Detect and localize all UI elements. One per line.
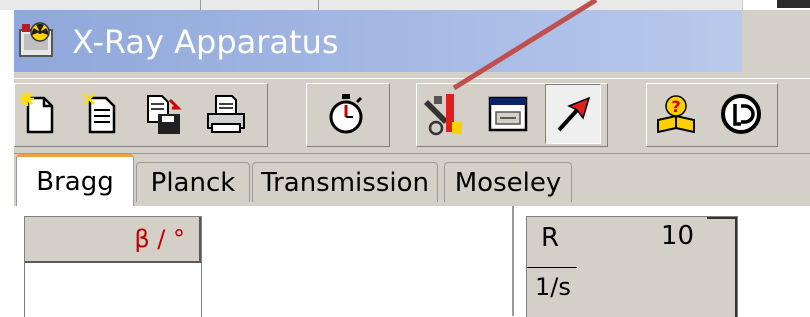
toolbar-group-help: ? [646,83,778,147]
svg-text:?: ? [671,97,680,116]
ld-logo-icon [721,94,761,134]
pointer-arrow-icon [557,96,591,132]
stopwatch-button[interactable] [323,84,369,144]
fraction-line [527,267,577,268]
settings-tools-icon [424,94,462,136]
bragg-panel: β / ° R 10 1/s [14,206,810,317]
open-file-icon [83,93,116,134]
radiation-app-icon [19,22,53,57]
tab-moseley[interactable]: Moseley [444,162,572,202]
tab-bragg[interactable]: Bragg [16,154,134,206]
measurement-table[interactable]: β / ° [24,216,202,317]
toolbar-group-file [14,83,268,147]
open-file-button[interactable] [79,84,125,144]
panel-splitter[interactable] [512,206,514,316]
settings-tools-button[interactable] [421,84,467,144]
help-book-icon: ? [657,95,695,134]
beta-column-label: β / ° [134,225,185,253]
pointer-arrow-button[interactable] [545,84,601,144]
ld-logo-button[interactable] [713,84,769,144]
title-bar[interactable]: X-Ray Apparatus [14,10,742,72]
tab-transmission[interactable]: Transmission [252,162,438,202]
background-window-strip [0,0,810,10]
rate-unit: 1/s [535,273,571,301]
stopwatch-icon [329,94,363,134]
toolbar-group-timer [306,83,390,147]
window-title: X-Ray Apparatus [72,23,339,61]
rate-label: R [541,223,560,253]
print-button[interactable] [203,84,249,144]
tab-strip: Bragg Planck Transmission Moseley [14,154,810,206]
new-file-icon [20,92,54,134]
new-file-button[interactable] [17,84,63,144]
save-file-button[interactable] [141,84,187,144]
print-icon [207,95,245,133]
help-book-button[interactable]: ? [653,84,699,144]
toolbar-group-tools [416,83,608,147]
rate-value: 10 [661,221,695,251]
toolbar: ? [14,78,810,154]
xray-apparatus-window: X-Ray Apparatus ? Bragg Planck Transmiss… [14,10,810,317]
display-window-button[interactable] [485,84,531,144]
save-file-icon [147,95,182,134]
display-window-icon [488,96,528,132]
rate-display: R 10 1/s [526,216,738,317]
table-column-header[interactable]: β / ° [25,217,201,263]
tab-planck[interactable]: Planck [136,162,250,202]
